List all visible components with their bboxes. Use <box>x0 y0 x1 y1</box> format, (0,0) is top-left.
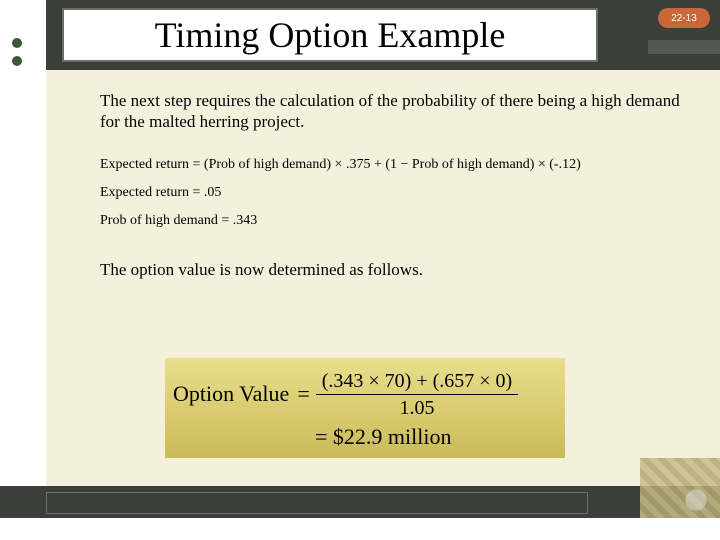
bullet-decor-2 <box>12 56 22 66</box>
left-margin <box>0 0 46 540</box>
equation-line-3: Prob of high demand = .343 <box>100 207 690 235</box>
equals-sign: = <box>297 381 309 407</box>
slide-body: The next step requires the calculation o… <box>100 90 690 298</box>
title-frame: Timing Option Example <box>62 8 598 62</box>
formula-row-1: Option Value = (.343 × 70) + (.657 × 0) … <box>173 366 565 422</box>
fraction-denominator: 1.05 <box>393 397 440 419</box>
title-bar: Timing Option Example 22-13 <box>46 0 720 70</box>
formula-result: = $22.9 million <box>173 424 565 450</box>
transition-paragraph: The option value is now determined as fo… <box>100 259 690 280</box>
fraction-bar <box>316 394 518 395</box>
slide: Timing Option Example 22-13 The next ste… <box>0 0 720 540</box>
option-value-label: Option Value <box>173 381 289 407</box>
intro-paragraph: The next step requires the calculation o… <box>100 90 690 133</box>
bottom-margin <box>0 518 720 540</box>
slide-number: 22-13 <box>671 13 697 24</box>
bullet-decor-1 <box>12 38 22 48</box>
fraction-numerator: (.343 × 70) + (.657 × 0) <box>316 370 518 392</box>
equation-line-2: Expected return = .05 <box>100 179 690 207</box>
equation-block: Expected return = (Prob of high demand) … <box>100 151 690 235</box>
slide-number-badge: 22-13 <box>658 8 710 28</box>
footer-bar <box>0 486 720 518</box>
slide-title: Timing Option Example <box>155 14 506 56</box>
corner-decor <box>640 458 720 518</box>
option-value-formula: Option Value = (.343 × 70) + (.657 × 0) … <box>165 358 565 458</box>
title-underline <box>648 40 720 54</box>
fraction: (.343 × 70) + (.657 × 0) 1.05 <box>316 370 518 419</box>
equation-line-1: Expected return = (Prob of high demand) … <box>100 151 690 179</box>
